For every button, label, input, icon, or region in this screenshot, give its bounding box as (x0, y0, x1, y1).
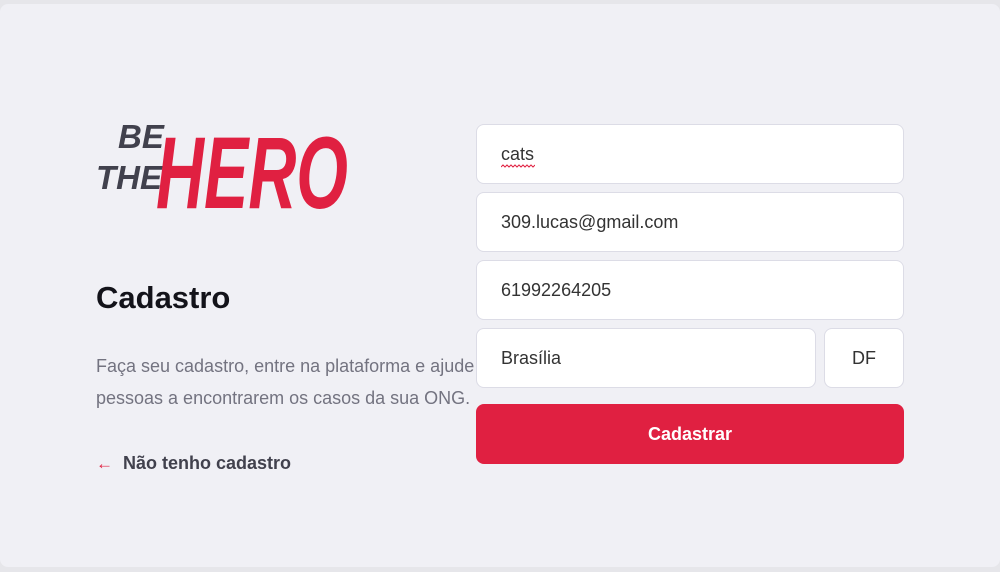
ong-name-input[interactable] (476, 124, 904, 184)
be-the-hero-logo: BE THE HERO (96, 116, 348, 214)
register-card: BE THE HERO Cadastro Faça seu cadastro, … (0, 4, 1000, 567)
logo-hero: HERO (156, 116, 348, 214)
logo-the: THE (96, 159, 163, 196)
city-input[interactable] (476, 328, 816, 388)
arrow-left-icon: ← (96, 454, 113, 473)
back-link-label: Não tenho cadastro (123, 453, 292, 473)
whatsapp-input[interactable] (476, 260, 904, 320)
register-button[interactable]: Cadastrar (476, 404, 904, 464)
uf-input[interactable] (824, 328, 904, 388)
page-description: Faça seu cadastro, entre na plataforma e… (96, 356, 475, 408)
email-input[interactable] (476, 192, 904, 252)
page-title: Cadastro (96, 280, 231, 315)
spellcheck-underline (501, 164, 535, 168)
back-to-logon-link[interactable]: ← Não tenho cadastro (96, 453, 291, 474)
